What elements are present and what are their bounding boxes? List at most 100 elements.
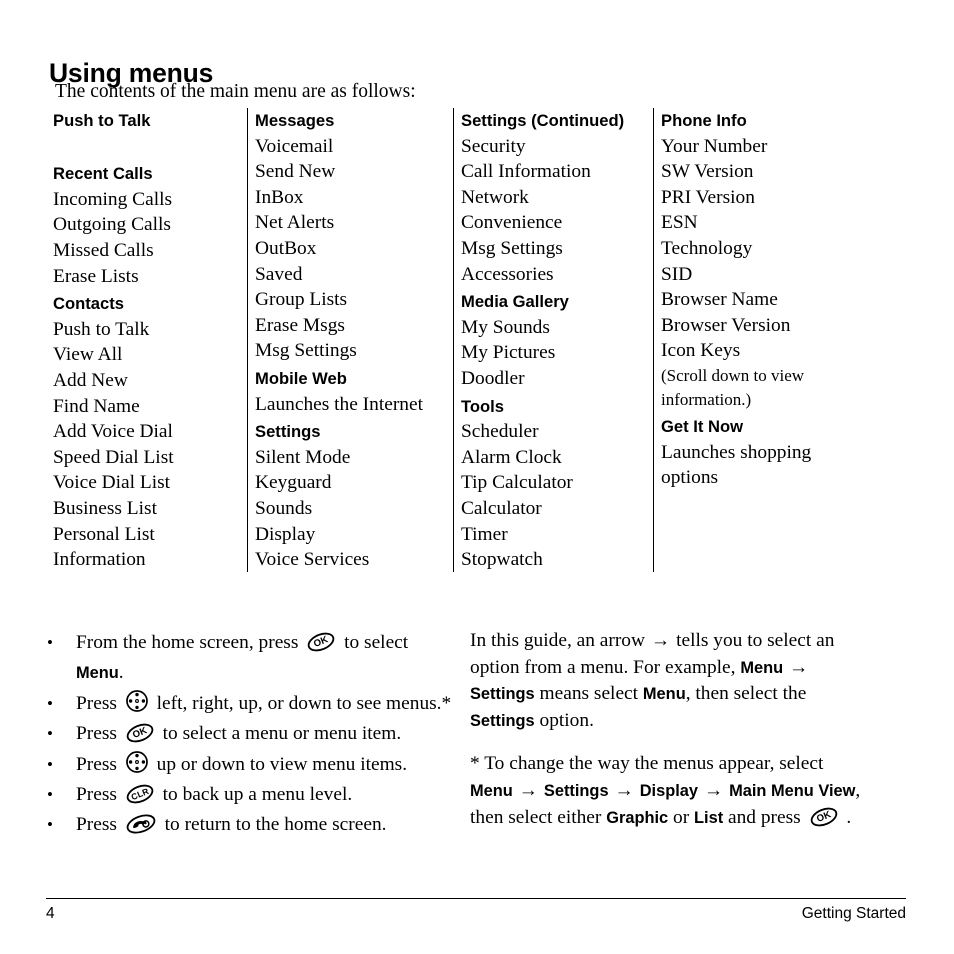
bold-term: Settings bbox=[470, 711, 535, 730]
menu-item[interactable]: Keyguard bbox=[255, 470, 453, 496]
menu-item[interactable]: Calculator bbox=[461, 496, 653, 522]
menu-group-heading: Get It Now bbox=[661, 416, 744, 436]
menu-group-heading: Mobile Web bbox=[255, 368, 347, 388]
bold-term: Main Menu View bbox=[729, 781, 856, 800]
menu-item[interactable]: Speed Dial List bbox=[53, 445, 239, 471]
menu-item[interactable]: Browser Name bbox=[661, 287, 905, 313]
key-instructions-list: From the home screen, press OK to select… bbox=[44, 628, 454, 841]
menu-item[interactable]: Icon Keys bbox=[661, 338, 905, 364]
menu-item[interactable]: Tip Calculator bbox=[461, 470, 653, 496]
menu-item[interactable]: Launches shopping bbox=[661, 440, 905, 466]
menu-item[interactable]: Stopwatch bbox=[461, 547, 653, 573]
menu-column-1: Push to Talk Recent Calls Incoming Calls O… bbox=[53, 108, 247, 572]
footer-divider bbox=[46, 898, 906, 899]
menu-item[interactable]: Security bbox=[461, 134, 653, 160]
menu-item[interactable]: Alarm Clock bbox=[461, 445, 653, 471]
menu-group-heading: Contacts bbox=[53, 294, 124, 314]
guide-conventions-block: In this guide, an arrow → tells you to s… bbox=[470, 628, 870, 831]
right-arrow-icon: → bbox=[650, 630, 671, 651]
menu-item[interactable]: Outgoing Calls bbox=[53, 212, 239, 238]
menu-item[interactable]: Net Alerts bbox=[255, 210, 453, 236]
document-page: Using menus The contents of the main men… bbox=[0, 0, 954, 954]
menu-item[interactable]: Push to Talk bbox=[53, 317, 239, 343]
clear-key-icon: CLR bbox=[125, 782, 155, 806]
menu-group-heading: Phone Info bbox=[661, 111, 747, 130]
menu-item[interactable]: Incoming Calls bbox=[53, 187, 239, 213]
bold-term: Settings bbox=[543, 781, 609, 800]
menu-item[interactable]: Missed Calls bbox=[53, 238, 239, 264]
bold-term: Menu bbox=[642, 685, 686, 704]
end-key-icon bbox=[125, 812, 157, 836]
right-arrow-icon: → bbox=[789, 656, 809, 678]
navigation-key-icon bbox=[125, 750, 149, 774]
menu-note: information.) bbox=[661, 389, 752, 409]
menu-item[interactable]: ESN bbox=[661, 210, 905, 236]
menu-item[interactable]: Add New bbox=[53, 368, 239, 394]
menu-group-heading: Settings (Continued) bbox=[461, 111, 625, 130]
menu-item[interactable]: Msg Settings bbox=[255, 338, 453, 364]
menu-item[interactable]: My Sounds bbox=[461, 315, 653, 341]
menu-item[interactable]: Add Voice Dial bbox=[53, 419, 239, 445]
menu-item[interactable]: Sounds bbox=[255, 496, 453, 522]
menu-item[interactable]: SID bbox=[661, 262, 905, 288]
ok-key-icon: OK bbox=[306, 630, 336, 654]
menu-item[interactable]: Network bbox=[461, 185, 653, 211]
navigation-key-icon bbox=[125, 689, 149, 713]
menu-item[interactable]: Technology bbox=[661, 236, 905, 262]
menu-item[interactable]: Send New bbox=[255, 159, 453, 185]
menu-group-heading: Settings bbox=[255, 422, 321, 442]
bold-term: Menu bbox=[740, 658, 784, 677]
menu-item[interactable]: Personal List bbox=[53, 522, 239, 548]
menu-item[interactable]: View All bbox=[53, 342, 239, 368]
menu-item[interactable]: Your Number bbox=[661, 134, 905, 160]
menu-item[interactable]: Accessories bbox=[461, 262, 653, 288]
menu-item[interactable]: Timer bbox=[461, 522, 653, 548]
menu-item[interactable]: Saved bbox=[255, 262, 453, 288]
menu-note: (Scroll down to view bbox=[661, 365, 805, 385]
right-arrow-icon: → bbox=[518, 779, 539, 801]
menu-item[interactable]: Erase Msgs bbox=[255, 313, 453, 339]
menu-item[interactable]: Browser Version bbox=[661, 313, 905, 339]
menu-item[interactable]: Group Lists bbox=[255, 287, 453, 313]
bullet-return-home: Press to return to the home screen. bbox=[44, 810, 454, 841]
menu-item[interactable]: PRI Version bbox=[661, 185, 905, 211]
menu-item[interactable]: Voice Dial List bbox=[53, 470, 239, 496]
menu-item[interactable]: Call Information bbox=[461, 159, 653, 185]
menu-item[interactable]: Information bbox=[53, 547, 239, 573]
bullet-select-item: Press OK to select a menu or menu item. bbox=[44, 719, 454, 750]
menu-item[interactable]: Find Name bbox=[53, 394, 239, 420]
menu-item[interactable]: OutBox bbox=[255, 236, 453, 262]
menu-item[interactable]: Erase Lists bbox=[53, 264, 239, 290]
svg-text:CLR: CLR bbox=[129, 786, 150, 802]
menu-item[interactable]: Convenience bbox=[461, 210, 653, 236]
menu-item[interactable]: SW Version bbox=[661, 159, 905, 185]
ok-key-icon: OK bbox=[809, 805, 839, 829]
bold-term: List bbox=[694, 808, 724, 827]
menu-item[interactable]: Business List bbox=[53, 496, 239, 522]
menu-item[interactable]: Doodler bbox=[461, 366, 653, 392]
menu-item[interactable]: Msg Settings bbox=[461, 236, 653, 262]
menu-group-heading: Media Gallery bbox=[461, 292, 569, 312]
menu-item[interactable]: Display bbox=[255, 522, 453, 548]
arrow-convention-paragraph: In this guide, an arrow → tells you to s… bbox=[470, 630, 835, 731]
menu-item[interactable]: Voicemail bbox=[255, 134, 453, 160]
bold-term: Graphic bbox=[606, 808, 669, 827]
menu-item[interactable]: options bbox=[661, 465, 905, 491]
bullet-view-items: Press up or down to view menu items. bbox=[44, 750, 454, 781]
bullet-back-up: Press CLR to back up a menu level. bbox=[44, 780, 454, 811]
menu-item[interactable]: Voice Services bbox=[255, 547, 453, 573]
menu-item[interactable]: Launches the Internet bbox=[255, 392, 453, 418]
bold-term: Display bbox=[639, 781, 698, 800]
menu-group-heading: Messages bbox=[255, 111, 335, 130]
menu-item[interactable]: InBox bbox=[255, 185, 453, 211]
bold-term: Menu bbox=[470, 781, 513, 800]
menu-column-2: Messages Voicemail Send New InBox Net Alerts… bbox=[247, 108, 453, 572]
menu-item[interactable]: My Pictures bbox=[461, 340, 653, 366]
menu-spacer bbox=[53, 134, 239, 160]
menu-item[interactable]: Scheduler bbox=[461, 419, 653, 445]
menu-column-4: Phone Info Your Number SW Version PRI Versi… bbox=[653, 108, 905, 572]
menu-group-heading: Push to Talk bbox=[53, 111, 151, 130]
menu-group-heading: Recent Calls bbox=[53, 164, 153, 184]
menu-item[interactable]: Silent Mode bbox=[255, 445, 453, 471]
bold-term: Settings bbox=[470, 685, 535, 704]
